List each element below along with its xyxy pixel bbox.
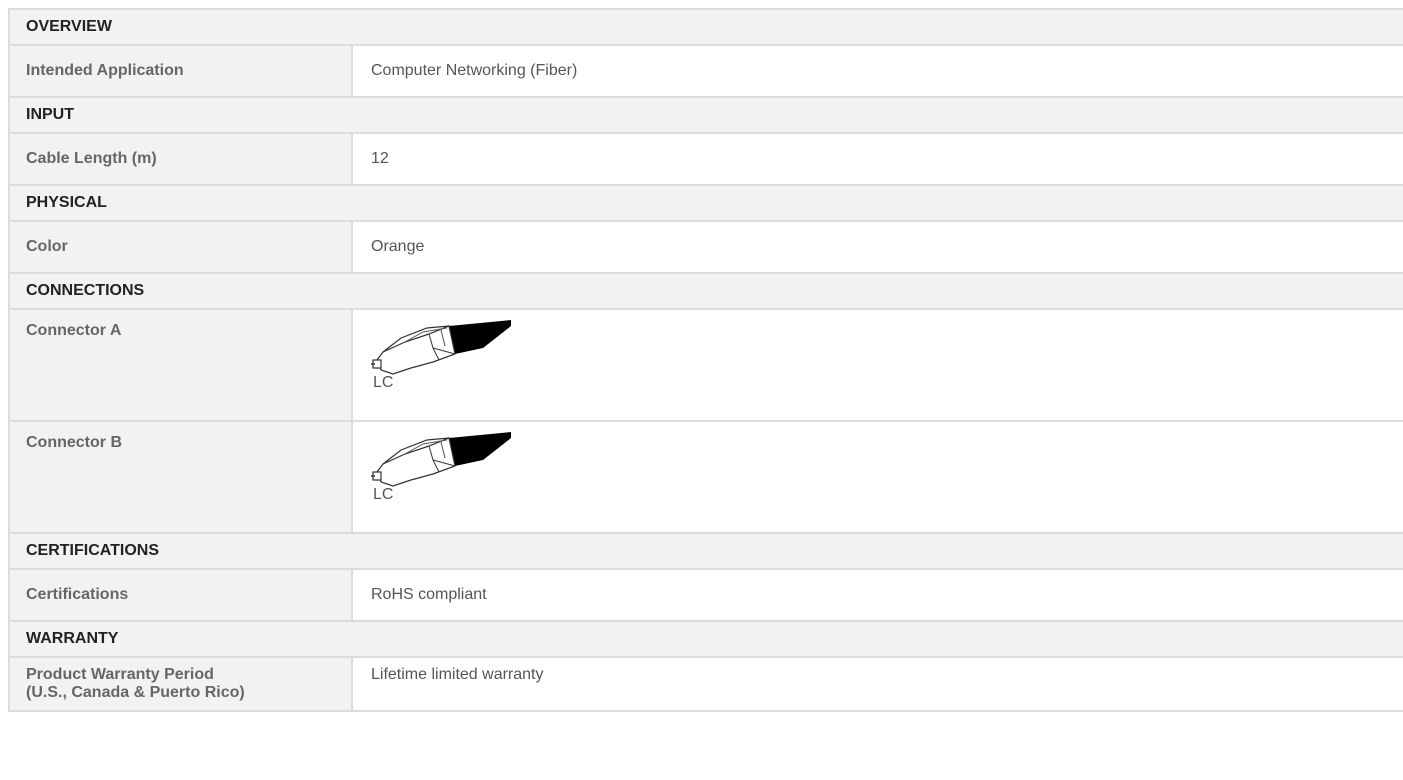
section-header-input: INPUT xyxy=(10,98,1403,134)
spec-row-certifications: Certifications RoHS compliant xyxy=(10,570,1403,622)
lc-connector-icon xyxy=(371,432,511,487)
section-header-physical: PHYSICAL xyxy=(10,186,1403,222)
spec-label-line2: (U.S., Canada & Puerto Rico) xyxy=(26,684,245,701)
spec-label-line1: Product Warranty Period xyxy=(26,666,214,683)
spec-value: LC xyxy=(353,310,1403,420)
spec-value: 12 xyxy=(371,150,389,167)
spec-label: Connector A xyxy=(10,310,353,420)
spec-value: Lifetime limited warranty xyxy=(371,666,544,683)
spec-value: Orange xyxy=(371,238,425,255)
connector-a-graphic: LC xyxy=(371,320,511,392)
spec-row-connector-b: Connector B LC xyxy=(10,422,1403,534)
spec-row-color: Color Orange xyxy=(10,222,1403,274)
spec-label: Certifications xyxy=(10,570,353,620)
spec-value: Computer Networking (Fiber) xyxy=(371,62,578,79)
section-header-overview: OVERVIEW xyxy=(10,10,1403,46)
connector-b-graphic: LC xyxy=(371,432,511,504)
spec-value: LC xyxy=(353,422,1403,532)
spec-row-intended-application: Intended Application Computer Networking… xyxy=(10,46,1403,98)
spec-label: Intended Application xyxy=(10,46,353,96)
spec-row-cable-length: Cable Length (m) 12 xyxy=(10,134,1403,186)
specifications-table: OVERVIEW Intended Application Computer N… xyxy=(8,8,1403,712)
section-header-warranty: WARRANTY xyxy=(10,622,1403,658)
connector-type-label: LC xyxy=(373,374,394,391)
section-header-certifications: CERTIFICATIONS xyxy=(10,534,1403,570)
connector-type-label: LC xyxy=(373,486,394,503)
spec-label: Product Warranty Period (U.S., Canada & … xyxy=(10,658,353,710)
spec-value: RoHS compliant xyxy=(371,586,487,603)
spec-label: Cable Length (m) xyxy=(10,134,353,184)
lc-connector-icon xyxy=(371,320,511,375)
spec-row-warranty-period: Product Warranty Period (U.S., Canada & … xyxy=(10,658,1403,712)
spec-row-connector-a: Connector A LC xyxy=(10,310,1403,422)
section-header-connections: CONNECTIONS xyxy=(10,274,1403,310)
spec-label: Connector B xyxy=(10,422,353,532)
spec-label: Color xyxy=(10,222,353,272)
